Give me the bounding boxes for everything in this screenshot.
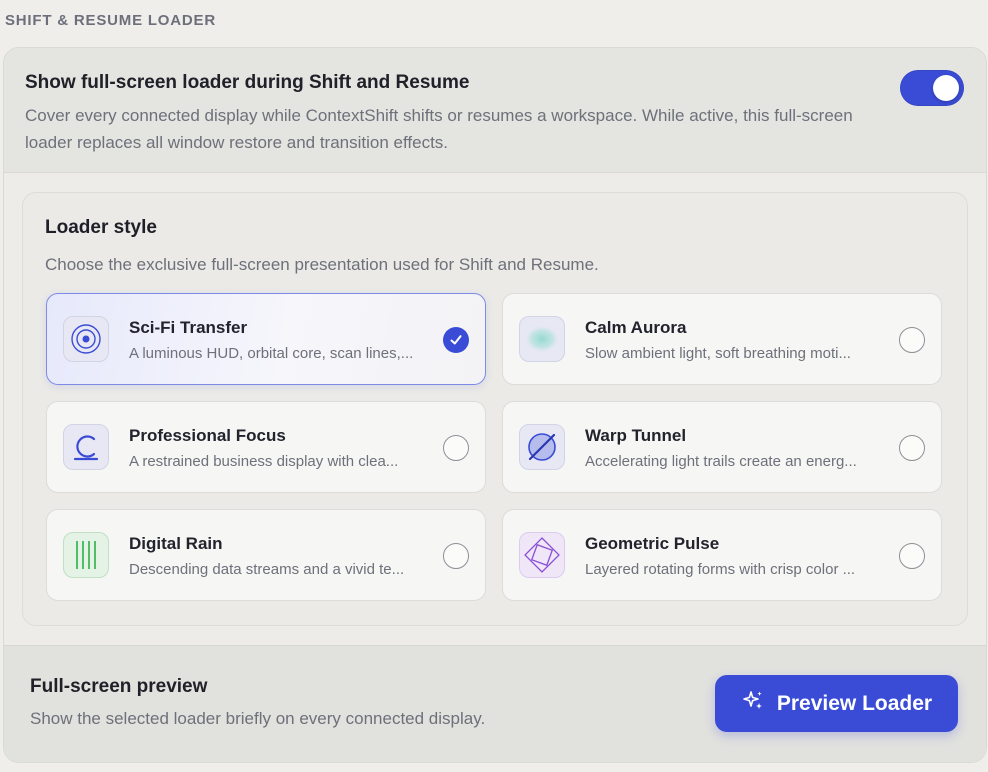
sparkles-icon [741, 689, 765, 718]
option-description: Descending data streams and a vivid te..… [129, 561, 405, 578]
option-name: Professional Focus [129, 426, 286, 445]
option-name: Digital Rain [129, 534, 223, 553]
fullscreen-loader-setting: Show full-screen loader during Shift and… [4, 48, 986, 173]
fullscreen-loader-title: Show full-screen loader during Shift and… [25, 72, 470, 93]
option-description: Layered rotating forms with crisp color … [585, 561, 856, 578]
loader-style-card: Loader style Choose the exclusive full-s… [22, 192, 968, 626]
option-calm-aurora[interactable]: Calm Aurora Slow ambient light, soft bre… [502, 293, 942, 385]
option-description: A restrained business display with clea.… [129, 453, 399, 470]
option-radio[interactable] [443, 543, 469, 569]
preview-title: Full-screen preview [30, 676, 208, 697]
option-description: Slow ambient light, soft breathing moti.… [585, 345, 851, 362]
section-title: SHIFT & RESUME LOADER [5, 12, 216, 29]
fullscreen-loader-toggle[interactable] [900, 70, 964, 106]
orbital-core-icon [63, 316, 109, 362]
warp-tunnel-icon [519, 424, 565, 470]
preview-description: Show the selected loader briefly on ever… [30, 709, 486, 728]
option-description: A luminous HUD, orbital core, scan lines… [129, 345, 414, 362]
preview-loader-label: Preview Loader [776, 691, 933, 715]
option-name: Geometric Pulse [585, 534, 720, 553]
loader-style-title: Loader style [45, 217, 157, 238]
option-radio[interactable] [899, 543, 925, 569]
preview-loader-button[interactable]: Preview Loader [715, 675, 958, 732]
option-professional-focus[interactable]: Professional Focus A restrained business… [46, 401, 486, 493]
option-radio[interactable] [899, 435, 925, 461]
geometric-pulse-icon [519, 532, 565, 578]
option-digital-rain[interactable]: Digital Rain Descending data streams and… [46, 509, 486, 601]
option-warp-tunnel[interactable]: Warp Tunnel Accelerating light trails cr… [502, 401, 942, 493]
digital-rain-icon [63, 532, 109, 578]
fullscreen-loader-description: Cover every connected display while Cont… [25, 106, 853, 152]
option-name: Sci-Fi Transfer [129, 318, 248, 337]
option-radio[interactable] [443, 435, 469, 461]
option-description: Accelerating light trails create an ener… [585, 453, 857, 470]
option-name: Calm Aurora [585, 318, 687, 337]
option-sci-fi-transfer[interactable]: Sci-Fi Transfer A luminous HUD, orbital … [46, 293, 486, 385]
option-radio[interactable] [899, 327, 925, 353]
option-geometric-pulse[interactable]: Geometric Pulse Layered rotating forms w… [502, 509, 942, 601]
selected-check-icon[interactable] [443, 327, 469, 353]
loader-style-description: Choose the exclusive full-screen present… [45, 255, 599, 274]
focus-arc-icon [63, 424, 109, 470]
toggle-knob [933, 75, 959, 101]
loader-settings-panel: Show full-screen loader during Shift and… [3, 47, 987, 763]
aurora-glow-icon [519, 316, 565, 362]
fullscreen-preview-section: Full-screen preview Show the selected lo… [4, 645, 986, 762]
option-name: Warp Tunnel [585, 426, 687, 445]
